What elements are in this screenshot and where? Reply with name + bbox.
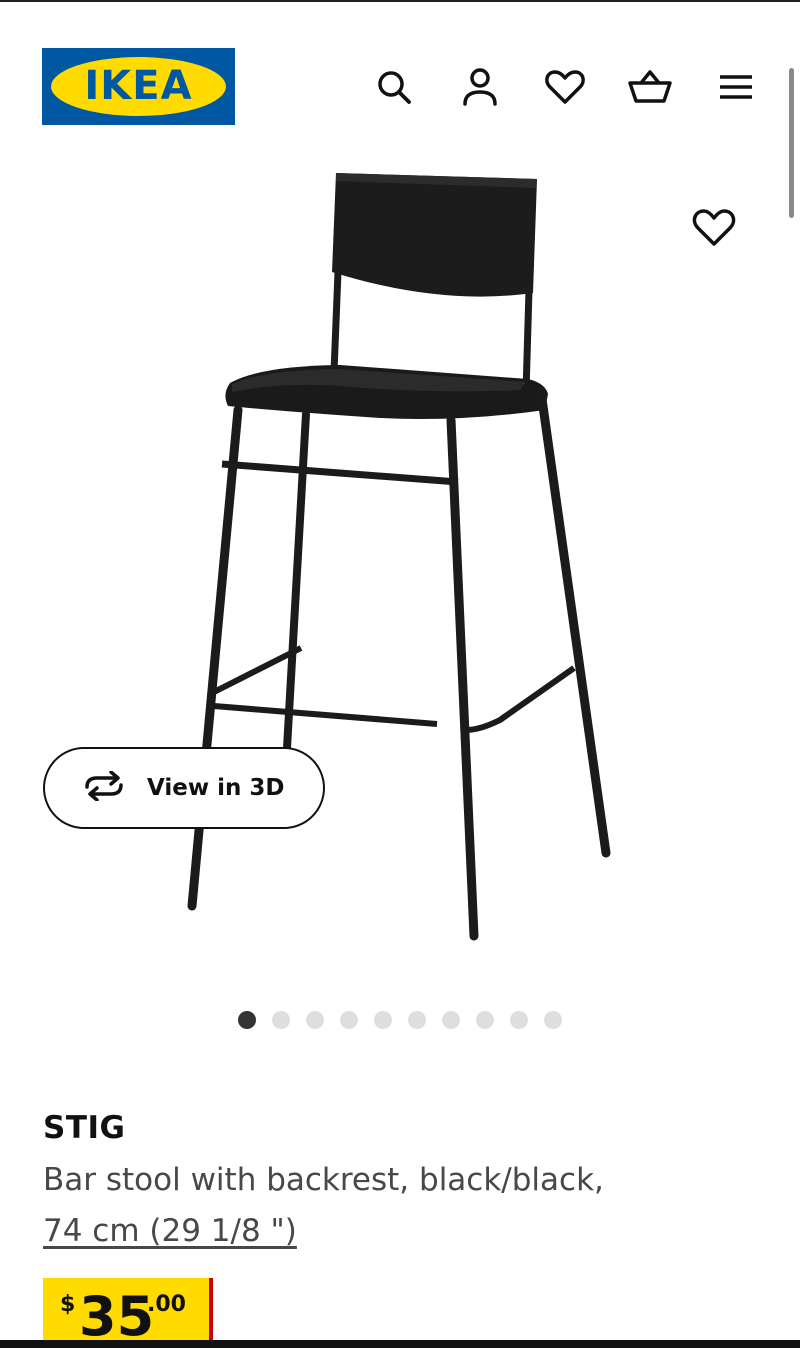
product-name: STIG <box>43 1110 126 1146</box>
product-image[interactable] <box>0 140 800 1000</box>
image-carousel-indicator <box>238 1011 562 1029</box>
carousel-dot[interactable] <box>306 1011 324 1029</box>
rotate-3d-icon <box>81 770 127 805</box>
carousel-dot[interactable] <box>408 1011 426 1029</box>
carousel-dot[interactable] <box>238 1011 256 1029</box>
carousel-dot[interactable] <box>476 1011 494 1029</box>
carousel-dot[interactable] <box>374 1011 392 1029</box>
carousel-dot[interactable] <box>340 1011 358 1029</box>
price-tag: $ 35 .00 <box>43 1278 209 1348</box>
bar-stool-illustration <box>187 173 611 941</box>
carousel-dot[interactable] <box>442 1011 460 1029</box>
profile-icon[interactable] <box>457 64 503 110</box>
product-size-link[interactable]: 74 cm (29 1/8 ") <box>43 1213 297 1249</box>
menu-icon[interactable] <box>713 64 759 110</box>
top-divider <box>0 0 800 2</box>
logo-text: IKEA <box>84 63 193 109</box>
bottom-bar <box>0 1340 800 1348</box>
registered-mark: ® <box>212 64 221 74</box>
product-description: Bar stool with backrest, black/black, <box>43 1162 604 1198</box>
carousel-dot[interactable] <box>544 1011 562 1029</box>
search-icon[interactable] <box>371 64 417 110</box>
ikea-logo[interactable]: IKEA ® <box>42 48 235 125</box>
basket-icon[interactable] <box>627 64 673 110</box>
view-in-3d-label: View in 3D <box>147 775 285 801</box>
price-integer: 35 <box>79 1285 155 1348</box>
carousel-dot[interactable] <box>272 1011 290 1029</box>
view-in-3d-button[interactable]: View in 3D <box>43 747 325 829</box>
carousel-dot[interactable] <box>510 1011 528 1029</box>
heart-icon[interactable] <box>542 64 588 110</box>
favorite-icon[interactable] <box>692 206 736 250</box>
price-decimal: .00 <box>147 1292 186 1317</box>
price-currency: $ <box>60 1292 76 1317</box>
